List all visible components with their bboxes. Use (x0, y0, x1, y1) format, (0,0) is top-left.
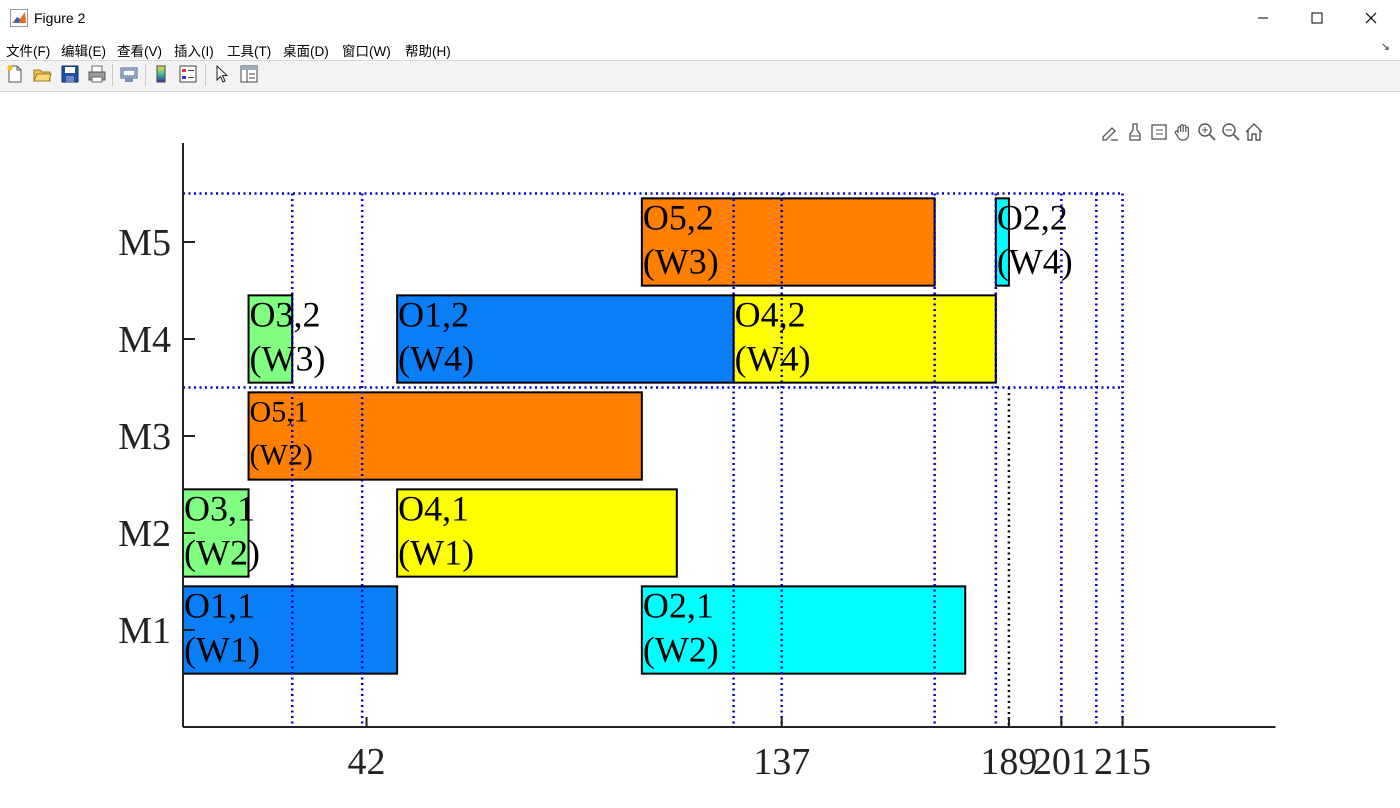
y-tick-label: M2 (118, 513, 171, 555)
gantt-bar (182, 488, 250, 578)
gantt-bar-worker-label: (W2) (643, 629, 719, 669)
menu-edit[interactable]: 编辑(E) (61, 40, 106, 60)
gantt-bar-label: O5,1 (250, 395, 309, 428)
toolbar-separator (205, 64, 206, 86)
gantt-bar-worker-label: (W1) (184, 629, 260, 669)
y-tick-label: M5 (118, 222, 171, 264)
x-tick-label: 215 (1094, 741, 1151, 783)
y-tick-label: M1 (118, 610, 171, 652)
gantt-bar-label: O2,1 (643, 585, 714, 625)
x-tick-label: 137 (753, 741, 810, 783)
gantt-bar (247, 391, 643, 481)
gantt-bar (247, 294, 294, 384)
title-bar (0, 0, 1400, 37)
data-tips-icon[interactable] (1124, 121, 1146, 143)
menu-help[interactable]: 帮助(H) (405, 40, 451, 60)
menu-file[interactable]: 文件(F) (6, 40, 50, 60)
window-title: Figure 2 (34, 10, 86, 26)
save-icon[interactable] (60, 64, 80, 84)
close-icon (1365, 12, 1377, 24)
colorbar-icon[interactable] (151, 64, 171, 84)
minimize-button[interactable] (1236, 0, 1290, 36)
maximize-icon (1311, 12, 1323, 24)
gantt-bar (396, 488, 678, 578)
gantt-bar-worker-label: (W3) (643, 241, 719, 281)
menu-view[interactable]: 查看(V) (117, 40, 162, 60)
gantt-bar-worker-label: (W4) (398, 338, 474, 378)
close-button[interactable] (1344, 0, 1398, 36)
maximize-button[interactable] (1290, 0, 1344, 36)
x-tick-label: 189 (980, 741, 1037, 783)
menu-insert[interactable]: 插入(I) (174, 40, 214, 60)
pointer-icon[interactable] (212, 64, 232, 84)
toolbar-separator (145, 64, 146, 86)
gantt-bar-label: O1,2 (398, 294, 469, 334)
x-tick-label: 42 (348, 741, 386, 783)
gantt-bar-worker-label: (W1) (398, 532, 474, 572)
figure-toolbar (0, 60, 1400, 92)
zoom-in-icon[interactable] (1196, 121, 1218, 143)
menu-window[interactable]: 窗口(W) (342, 40, 391, 60)
gantt-bar (640, 585, 967, 675)
gantt-bar (732, 294, 997, 384)
x-tick-label: 201 (1033, 741, 1090, 783)
gantt-bar (994, 197, 1010, 287)
zoom-out-icon[interactable] (1220, 121, 1242, 143)
pan-icon[interactable] (1172, 121, 1194, 143)
new-figure-icon[interactable] (5, 64, 25, 84)
gantt-bar-label: O3,1 (184, 488, 255, 528)
print-icon[interactable] (87, 64, 107, 84)
gantt-bar-worker-label: (W4) (735, 338, 811, 378)
datacursor-icon[interactable] (1148, 121, 1170, 143)
link-plot-icon[interactable] (119, 64, 139, 84)
brush-edit-icon[interactable] (1099, 121, 1121, 143)
matlab-logo-icon (10, 9, 28, 27)
menu-tools[interactable]: 工具(T) (227, 40, 271, 60)
gantt-bar (640, 197, 936, 287)
open-file-icon[interactable] (32, 64, 52, 84)
home-icon[interactable] (1243, 121, 1265, 143)
gantt-bar-worker-label: (W2) (184, 532, 260, 572)
gantt-bar-label: O5,2 (643, 197, 714, 237)
gantt-bar-label: O1,1 (184, 585, 255, 625)
gantt-bar-label: O4,2 (735, 294, 806, 334)
gantt-bar-label: O3,2 (250, 294, 321, 334)
legend-icon[interactable] (178, 64, 198, 84)
gantt-bar-label: O4,1 (398, 488, 469, 528)
y-tick-label: M4 (118, 319, 171, 361)
gantt-bar (396, 294, 735, 384)
minimize-icon (1258, 17, 1268, 19)
gantt-bar-worker-label: (W2) (250, 438, 313, 471)
gantt-bar (182, 585, 399, 675)
property-inspector-icon[interactable] (239, 64, 259, 84)
menu-overflow-icon[interactable]: ↘ (1381, 40, 1390, 53)
gantt-bar-label: O2,2 (997, 197, 1068, 237)
toolbar-separator (112, 64, 113, 86)
gantt-bar-worker-label: (W3) (250, 338, 326, 378)
menu-desktop[interactable]: 桌面(D) (283, 40, 329, 60)
y-tick-label: M3 (118, 416, 171, 458)
gantt-bar-worker-label: (W4) (997, 241, 1073, 281)
